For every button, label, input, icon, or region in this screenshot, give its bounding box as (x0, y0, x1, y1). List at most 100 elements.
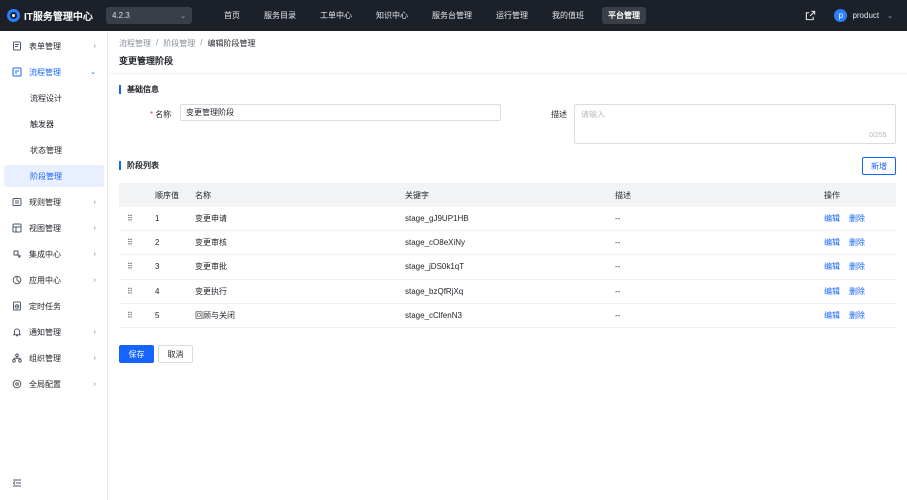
cell-key: stage_jDS0k1qT (405, 262, 465, 272)
cell-ops: 编辑 删除 (824, 310, 874, 321)
sidebar-item-notify[interactable]: 通知管理 › (0, 321, 104, 343)
sidebar-sub-flow-design[interactable]: 流程设计 (4, 87, 104, 109)
table-row: ⠿ 5 回顾与关闭 stage_cClfenN3 -- 编辑 删除 (119, 304, 896, 328)
name-label-text: 名称 (155, 110, 172, 119)
drag-handle-icon[interactable]: ⠿ (127, 214, 133, 223)
drag-handle-icon[interactable]: ⠿ (127, 311, 133, 320)
delete-link[interactable]: 删除 (849, 237, 865, 248)
breadcrumb-item[interactable]: 阶段管理 (163, 38, 195, 49)
sidebar-item-view[interactable]: 视图管理 › (0, 217, 104, 239)
chevron-down-icon[interactable]: ⌄ (887, 12, 893, 20)
delete-link[interactable]: 删除 (849, 286, 865, 297)
divider (109, 73, 907, 74)
view-icon (12, 223, 22, 233)
sidebar-item-flow[interactable]: 流程管理 ⌄ (0, 61, 104, 83)
column-header: 关键字 (405, 190, 429, 200)
nav-platform-admin[interactable]: 平台管理 (602, 7, 646, 24)
chevron-right-icon: › (93, 380, 96, 388)
edit-link[interactable]: 编辑 (824, 261, 840, 272)
user-area: p product ⌄ (805, 0, 893, 31)
edit-link[interactable]: 编辑 (824, 310, 840, 321)
name-label: * 名称 (150, 109, 171, 120)
nav-service-catalog[interactable]: 服务目录 (258, 7, 302, 24)
rule-icon (12, 198, 22, 206)
drag-handle-icon[interactable]: ⠿ (127, 262, 133, 271)
sidebar-sub-stage[interactable]: 阶段管理 (4, 165, 104, 187)
table-row: ⠿ 4 变更执行 stage_bzQfRjXq -- 编辑 删除 (119, 280, 896, 304)
cancel-button[interactable]: 取消 (158, 345, 193, 363)
sidebar-item-integration[interactable]: 集成中心 › (0, 243, 104, 265)
sidebar-item-rule[interactable]: 规则管理 › (0, 191, 104, 213)
cell-name: 变更执行 (195, 286, 227, 296)
nav-service-desk[interactable]: 服务台管理 (426, 7, 478, 24)
edit-link[interactable]: 编辑 (824, 213, 840, 224)
chevron-right-icon: › (93, 198, 96, 206)
external-link-icon[interactable] (805, 10, 816, 21)
version-select[interactable]: 4.2.3 ⌄ (106, 7, 192, 24)
desc-textarea[interactable] (574, 104, 896, 144)
sidebar-sub-trigger[interactable]: 触发器 (4, 113, 104, 135)
breadcrumb-separator: / (200, 38, 203, 47)
brand[interactable]: IT服务管理中心 (7, 8, 105, 23)
sidebar-item-form[interactable]: 表单管理 › (0, 35, 104, 57)
edit-link[interactable]: 编辑 (824, 286, 840, 297)
delete-link[interactable]: 删除 (849, 213, 865, 224)
bell-icon (12, 328, 22, 337)
sidebar-item-label: 流程管理 (29, 67, 61, 77)
sidebar-item-label: 集成中心 (29, 249, 61, 259)
cell-desc: -- (615, 286, 621, 296)
column-header: 描述 (615, 190, 631, 200)
table-header: 顺序值 名称 关键字 描述 操作 (119, 183, 896, 207)
collapse-menu-icon[interactable] (12, 478, 22, 488)
edit-link[interactable]: 编辑 (824, 237, 840, 248)
version-value: 4.2.3 (112, 11, 130, 20)
cell-key: stage_cO8eXiNy (405, 238, 466, 248)
nav-operations[interactable]: 运行管理 (490, 7, 534, 24)
chevron-down-icon: ⌄ (90, 69, 96, 76)
sidebar-item-org[interactable]: 组织管理 › (0, 347, 104, 369)
sidebar-item-global[interactable]: 全局配置 › (0, 373, 104, 395)
page-title: 变更管理阶段 (119, 56, 174, 66)
delete-link[interactable]: 删除 (849, 310, 865, 321)
column-header: 名称 (195, 190, 211, 200)
breadcrumb-item[interactable]: 流程管理 (119, 38, 151, 49)
logo-icon (7, 9, 20, 22)
stage-table: 顺序值 名称 关键字 描述 操作 ⠿ 1 变更申请 stage_gJ9UP1HB… (119, 183, 896, 328)
sidebar-sub-status[interactable]: 状态管理 (4, 139, 104, 161)
sidebar-item-app[interactable]: 应用中心 › (0, 269, 104, 291)
cell-ops: 编辑 删除 (824, 286, 874, 297)
cell-desc: -- (615, 310, 621, 320)
name-input[interactable] (180, 104, 501, 121)
nav-knowledge-center[interactable]: 知识中心 (370, 7, 414, 24)
save-button[interactable]: 保存 (119, 345, 154, 363)
cell-order: 1 (155, 214, 160, 224)
org-icon (12, 353, 22, 363)
avatar[interactable]: p (834, 9, 848, 22)
chevron-right-icon: › (93, 42, 96, 50)
sidebar-item-label: 规则管理 (29, 197, 61, 207)
drag-handle-icon[interactable]: ⠿ (127, 287, 133, 296)
drag-handle-icon[interactable]: ⠿ (127, 238, 133, 247)
sidebar-item-timer[interactable]: 定时任务 (0, 295, 104, 317)
sidebar-item-label: 应用中心 (29, 275, 61, 285)
cell-name: 变更审核 (195, 238, 227, 248)
column-header: 操作 (824, 190, 840, 200)
flow-icon (12, 67, 22, 77)
nav-home[interactable]: 首页 (218, 7, 246, 24)
delete-link[interactable]: 删除 (849, 261, 865, 272)
nav-my-duty[interactable]: 我的值班 (546, 7, 590, 24)
app-icon (12, 275, 22, 285)
cell-order: 4 (155, 286, 160, 296)
column-header: 顺序值 (155, 190, 179, 200)
desc-label: 描述 (551, 110, 567, 119)
breadcrumb-separator: / (156, 38, 159, 47)
nav-ticket-center[interactable]: 工单中心 (314, 7, 358, 24)
cell-order: 5 (155, 310, 160, 320)
chevron-right-icon: › (93, 354, 96, 362)
add-stage-button[interactable]: 新增 (862, 157, 896, 175)
cell-key: stage_gJ9UP1HB (405, 214, 469, 224)
cell-name: 变更申请 (195, 214, 227, 224)
user-name[interactable]: product (852, 11, 879, 20)
cell-order: 2 (155, 238, 160, 248)
sidebar-item-label: 组织管理 (29, 353, 61, 363)
